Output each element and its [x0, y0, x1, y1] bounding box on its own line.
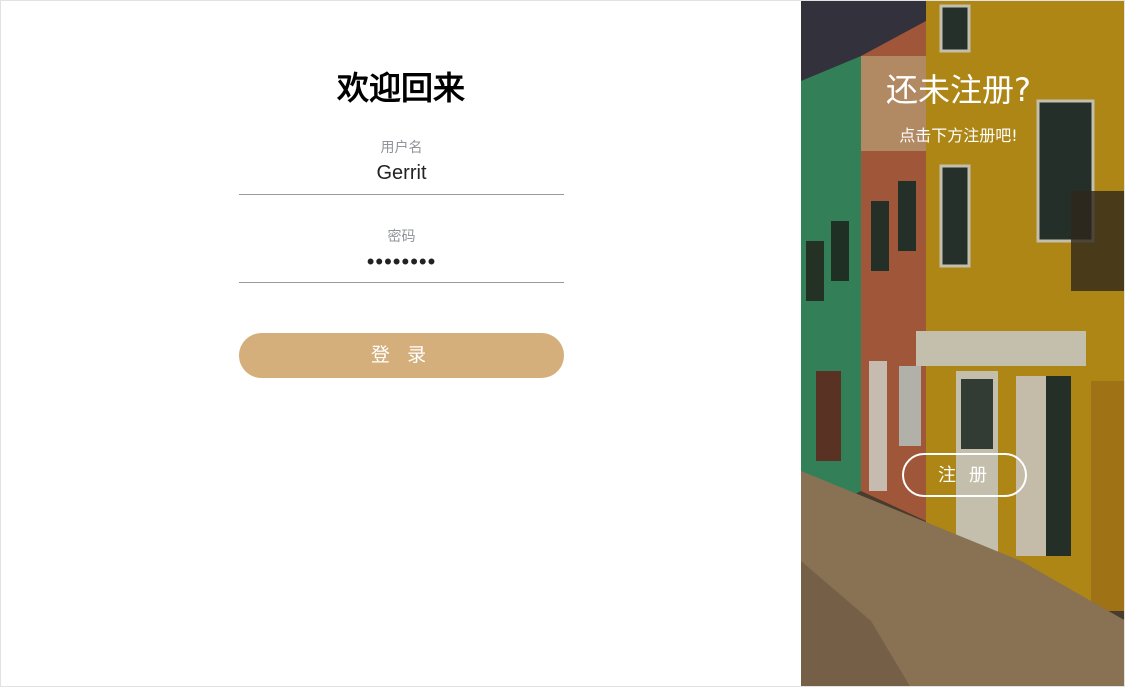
- signup-panel: 还未注册? 点击下方注册吧! 注 册: [801, 1, 1124, 686]
- login-form-panel: 欢迎回来 用户名 Gerrit 密码 •••••••• 登 录: [1, 1, 801, 686]
- username-input[interactable]: Gerrit: [239, 158, 564, 188]
- username-field[interactable]: 用户名 Gerrit: [239, 138, 564, 195]
- login-button[interactable]: 登 录: [239, 333, 564, 378]
- signup-title: 还未注册?: [886, 71, 1031, 109]
- page-title: 欢迎回来: [336, 69, 465, 107]
- login-page: 欢迎回来 用户名 Gerrit 密码 •••••••• 登 录 还未注册? 点击…: [0, 0, 1125, 687]
- password-label: 密码: [387, 229, 416, 245]
- password-input[interactable]: ••••••••: [239, 247, 564, 277]
- register-button[interactable]: 注 册: [902, 453, 1027, 497]
- username-label: 用户名: [380, 140, 423, 156]
- password-field[interactable]: 密码 ••••••••: [239, 227, 564, 283]
- signup-subtitle: 点击下方注册吧!: [899, 126, 1018, 145]
